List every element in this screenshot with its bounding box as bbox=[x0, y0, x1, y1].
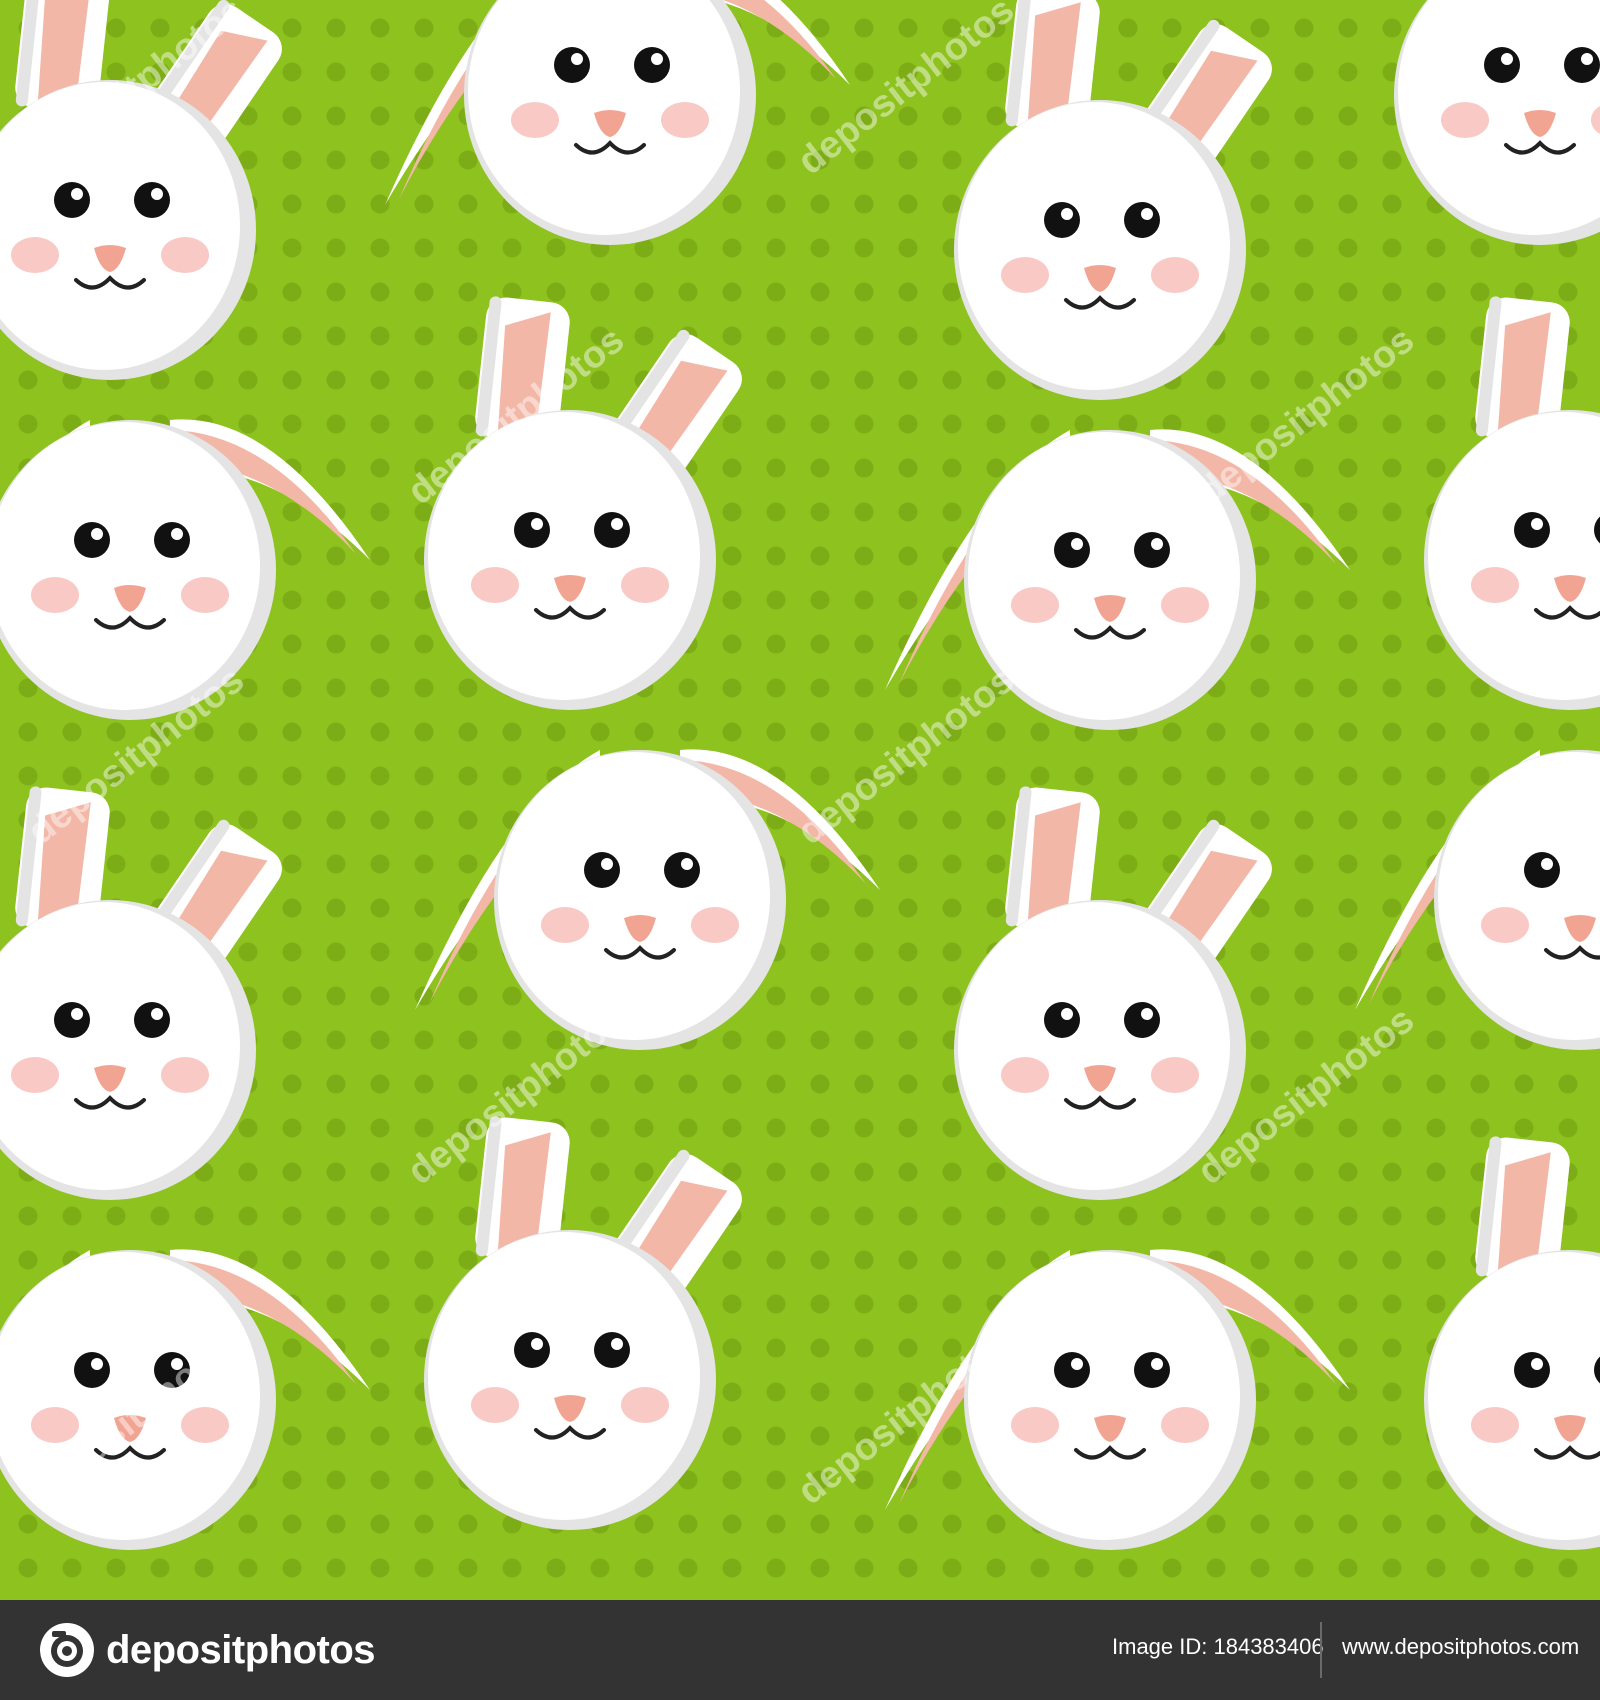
bunny-head bbox=[0, 0, 282, 380]
site-url-link[interactable]: www.depositphotos.com bbox=[1342, 1634, 1579, 1660]
bunny-eye bbox=[1124, 202, 1160, 238]
bunny-pattern-artwork: depositphotos depositphotos depositphoto… bbox=[0, 0, 1600, 1600]
bunny-eye bbox=[514, 1332, 550, 1368]
bunny-eye bbox=[664, 852, 700, 888]
bunny-eye bbox=[1134, 532, 1170, 568]
bunny-head bbox=[0, 1249, 370, 1550]
bunny-eye bbox=[594, 1332, 630, 1368]
bunny-head bbox=[1394, 0, 1600, 245]
bunny-head bbox=[0, 786, 282, 1200]
bunny-eye bbox=[1124, 1002, 1160, 1038]
bunny-head bbox=[1355, 750, 1600, 1050]
bunny-head bbox=[385, 0, 850, 245]
bunny-head bbox=[0, 419, 370, 720]
bunny-head bbox=[424, 296, 742, 710]
bunny-eye bbox=[134, 182, 170, 218]
bunny-eye bbox=[634, 47, 670, 83]
bunny-head bbox=[424, 1116, 742, 1530]
bunny-eye bbox=[154, 1352, 190, 1388]
bunny-eye bbox=[514, 512, 550, 548]
bunny-eye bbox=[74, 522, 110, 558]
camera-logo-icon bbox=[40, 1623, 94, 1677]
bunny-eye bbox=[594, 512, 630, 548]
footer-bar: depositphotos Image ID: 184383406 www.de… bbox=[0, 1600, 1600, 1700]
bunny-eye bbox=[1514, 1352, 1550, 1388]
bunny-head bbox=[885, 1249, 1350, 1550]
bunny-head bbox=[954, 786, 1272, 1200]
brand-logo-text: depositphotos bbox=[106, 1627, 376, 1672]
bunny-eye bbox=[54, 182, 90, 218]
bunny-eye bbox=[1514, 512, 1550, 548]
bunny-eye bbox=[74, 1352, 110, 1388]
bunny-eye bbox=[1044, 1002, 1080, 1038]
bunny-head bbox=[415, 749, 880, 1050]
brand-logo[interactable]: depositphotos bbox=[38, 1618, 376, 1682]
bunny-eye bbox=[154, 522, 190, 558]
bunny-eye bbox=[1564, 47, 1600, 83]
bunny-head bbox=[1424, 296, 1600, 710]
image-id-label: Image ID: 184383406 bbox=[1112, 1634, 1324, 1659]
bunny-pattern-canvas bbox=[0, 0, 1600, 1550]
bunny-eye bbox=[54, 1002, 90, 1038]
bunny-eye bbox=[1044, 202, 1080, 238]
footer-divider bbox=[1320, 1622, 1322, 1678]
bunny-eye bbox=[1054, 532, 1090, 568]
bunny-eye bbox=[1134, 1352, 1170, 1388]
bunny-eye bbox=[1524, 852, 1560, 888]
bunny-eye bbox=[1054, 1352, 1090, 1388]
bunny-head bbox=[1424, 1136, 1600, 1550]
bunny-eye bbox=[1484, 47, 1520, 83]
bunny-head bbox=[954, 0, 1272, 400]
bunny-head bbox=[885, 429, 1350, 730]
bunny-eye bbox=[554, 47, 590, 83]
bunny-eye bbox=[584, 852, 620, 888]
bunny-eye bbox=[134, 1002, 170, 1038]
